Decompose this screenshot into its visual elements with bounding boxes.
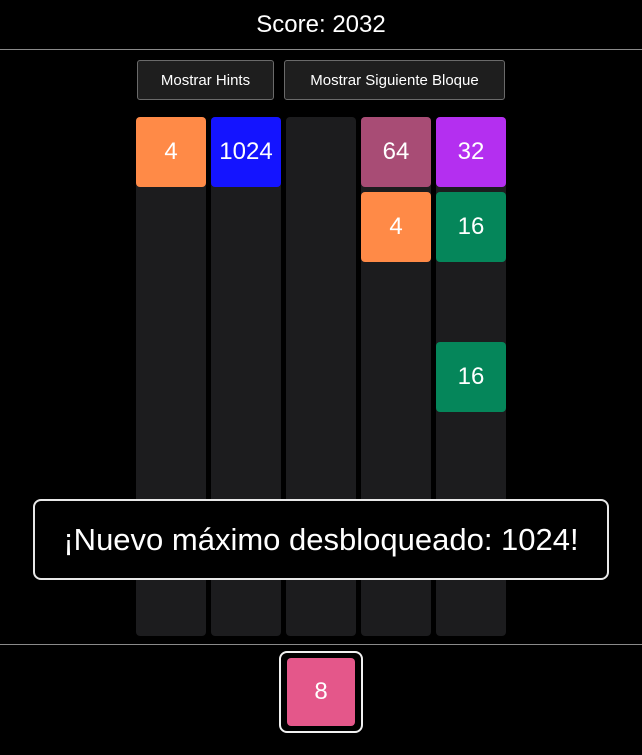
next-block-tile: 8 [287, 658, 355, 726]
tile: 4 [361, 192, 431, 262]
tile: 32 [436, 117, 506, 187]
show-next-block-button[interactable]: Mostrar Siguiente Bloque [284, 60, 505, 100]
tile: 16 [436, 342, 506, 412]
score-display: Score: 2032 [256, 10, 386, 38]
new-max-toast: ¡Nuevo máximo desbloqueado: 1024! [33, 499, 609, 580]
header-divider [0, 49, 642, 50]
next-block-preview: 8 [279, 651, 363, 733]
tile: 64 [361, 117, 431, 187]
game-screen: Score: 2032 Mostrar Hints Mostrar Siguie… [0, 0, 642, 755]
show-hints-button[interactable]: Mostrar Hints [137, 60, 274, 100]
footer-divider [0, 644, 642, 645]
tile: 16 [436, 192, 506, 262]
tile: 4 [136, 117, 206, 187]
tile: 1024 [211, 117, 281, 187]
